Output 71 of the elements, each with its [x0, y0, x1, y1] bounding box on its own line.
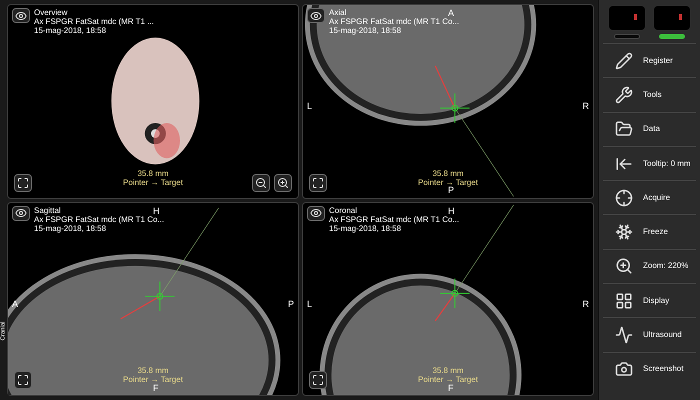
- fullscreen-icon: [17, 176, 29, 188]
- distance-value: 35.8 mm: [432, 366, 464, 375]
- measurement-label: Pointer → Target: [123, 178, 183, 186]
- orientation-label: A: [448, 7, 454, 18]
- fullscreen-button[interactable]: [14, 371, 32, 389]
- fullscreen-icon: [312, 374, 324, 386]
- series-name: Ax FSPGR FatSat mdc (MR T1 ...: [34, 17, 154, 26]
- study-date: 15-mag-2018, 18:58: [329, 26, 402, 35]
- measurement-label: Pointer → Target: [418, 178, 478, 186]
- menu-item[interactable]: Data: [603, 112, 696, 146]
- series-name: Ax FSPGR FatSat mdc (MR T1 Co...: [329, 214, 460, 224]
- fullscreen-button[interactable]: [309, 174, 327, 192]
- camera-icon: [615, 360, 633, 378]
- study-date: 15-mag-2018, 18:58: [34, 224, 106, 232]
- fullscreen-button[interactable]: [14, 174, 32, 192]
- zoom-in-button[interactable]: [274, 174, 292, 192]
- menu-item[interactable]: Tooltip: 0 mm: [603, 146, 696, 180]
- series-name: Ax FSPGR FatSat mdc (MR T1 Co...: [34, 214, 164, 224]
- eye-icon: [15, 10, 27, 22]
- view-title: Sagittal: [34, 206, 61, 214]
- zoom-out-button[interactable]: [252, 174, 270, 192]
- zoom-in-icon: [615, 257, 633, 276]
- orientation-label: F: [153, 382, 158, 394]
- orientation-label: A: [12, 298, 18, 310]
- visibility-button[interactable]: [12, 8, 30, 23]
- study-date: 15-mag-2018, 18:58: [329, 224, 402, 232]
- wrench-icon: [615, 86, 633, 104]
- fullscreen-button[interactable]: [309, 371, 327, 389]
- zoom-in-icon: [277, 176, 289, 188]
- visibility-button[interactable]: [307, 206, 325, 220]
- orientation-label: P: [288, 298, 294, 310]
- orientation-label: L: [307, 100, 312, 113]
- snowflake-icon: [615, 223, 633, 242]
- distance-value: 35.8 mm: [137, 168, 169, 178]
- view-title: Overview: [34, 8, 68, 17]
- measurement-label: Pointer → Target: [418, 375, 478, 384]
- study-date: 15-mag-2018, 18:58: [34, 26, 106, 35]
- eye-icon: [310, 10, 322, 22]
- grid-icon: [615, 292, 633, 310]
- menu-item[interactable]: Display: [603, 283, 696, 318]
- series-name: Ax FSPGR FatSat mdc (MR T1 Co...: [329, 17, 460, 26]
- view-title: Coronal: [329, 206, 358, 214]
- zoom-out-icon: [255, 176, 267, 188]
- view-title: Axial: [329, 8, 346, 17]
- orientation-label: R: [582, 298, 589, 310]
- measurement-label: Pointer → Target: [123, 375, 183, 384]
- menu-item[interactable]: Tools: [603, 77, 696, 112]
- crosshair-icon: [615, 188, 633, 207]
- visibility-button[interactable]: [307, 8, 325, 23]
- menu-item[interactable]: Ultrasound: [603, 317, 696, 352]
- menu-item[interactable]: Acquire: [603, 180, 696, 214]
- orientation-label: F: [448, 382, 454, 394]
- fullscreen-icon: [312, 176, 324, 188]
- menu-item[interactable]: Register: [603, 43, 696, 78]
- orientation-label: H: [153, 204, 160, 216]
- menu-item[interactable]: Freeze: [603, 214, 696, 249]
- menu-item[interactable]: Screenshot: [603, 352, 696, 386]
- orientation-label: H: [448, 204, 454, 216]
- marker-icon: [634, 14, 637, 20]
- folder-icon: [615, 120, 633, 138]
- eye-icon: [15, 207, 27, 219]
- eye-icon: [310, 207, 322, 219]
- menu-item[interactable]: Zoom: 220%: [603, 248, 696, 284]
- fullscreen-icon: [17, 374, 29, 386]
- distance-value: 35.8 mm: [137, 366, 169, 375]
- marker-icon: [679, 14, 682, 20]
- orientation-label: R: [582, 100, 589, 113]
- distance-value: 35.8 mm: [432, 168, 464, 178]
- orientation-label: L: [307, 298, 312, 310]
- orientation-label: P: [448, 184, 454, 197]
- visibility-button[interactable]: [12, 206, 30, 220]
